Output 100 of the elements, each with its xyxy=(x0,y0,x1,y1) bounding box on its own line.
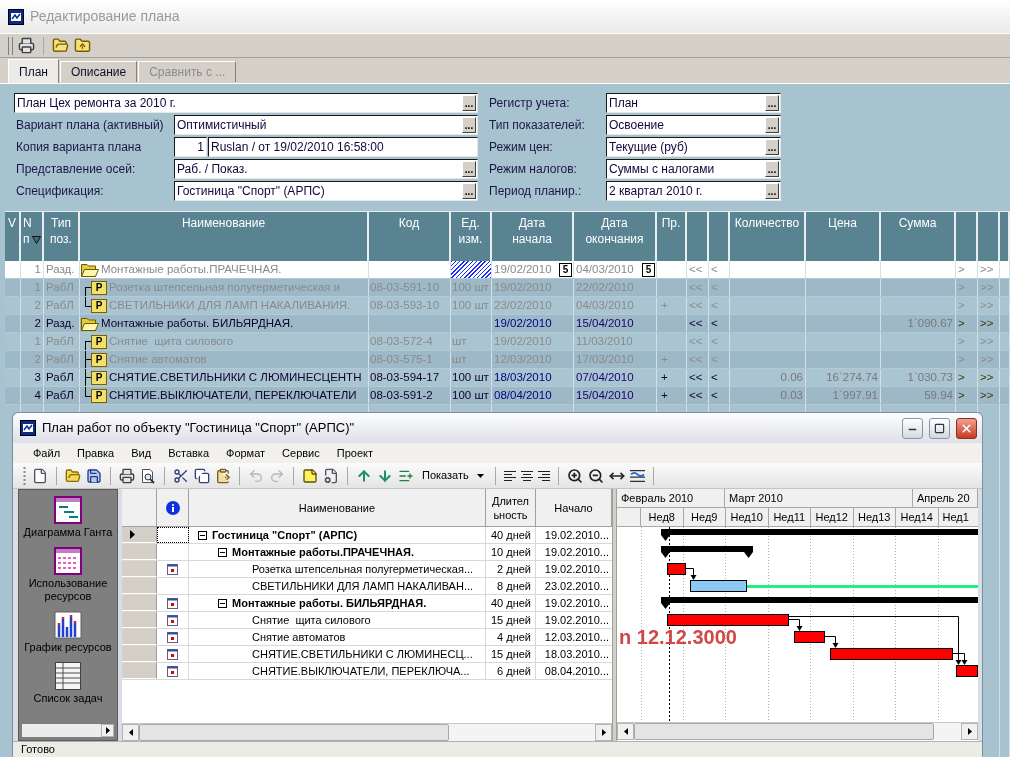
horizontal-scrollbar[interactable] xyxy=(122,723,612,741)
menu-item[interactable]: Правка xyxy=(70,444,122,462)
column-header[interactable]: Длител ьность xyxy=(486,489,536,526)
sidebar-scrollbar[interactable] xyxy=(22,724,114,737)
open-folder-icon[interactable] xyxy=(65,467,81,484)
copy-icon[interactable] xyxy=(194,467,210,484)
view-button[interactable]: Использование ресурсов xyxy=(21,547,115,603)
browse-button[interactable]: ... xyxy=(765,139,779,155)
menu-item[interactable]: Проект xyxy=(329,444,380,462)
browse-button[interactable]: ... xyxy=(462,183,476,199)
lookup-field[interactable]: Текущие (руб) ... xyxy=(606,137,781,157)
date-picker-button[interactable]: 5 xyxy=(559,262,572,277)
horizontal-scrollbar[interactable] xyxy=(617,722,978,740)
lines-wave-icon[interactable] xyxy=(629,469,645,482)
paste-icon[interactable] xyxy=(215,467,231,484)
tab[interactable]: Описание xyxy=(59,61,138,82)
scroll-right-button[interactable] xyxy=(101,724,114,737)
table-row[interactable]: 1 РабЛ P Розетка штепсельная полугерметическая и 08-03-591-10 100 шт 19/02/2010 22/02/2010 << < > >> xyxy=(5,279,1010,297)
open-folder-icon[interactable] xyxy=(52,37,69,54)
collapse-icon[interactable] xyxy=(218,598,227,608)
browse-button[interactable]: ... xyxy=(462,161,476,177)
task-bar[interactable] xyxy=(956,665,978,677)
task-bar[interactable] xyxy=(794,631,825,643)
align-right-icon[interactable] xyxy=(537,470,550,481)
scroll-left-button[interactable] xyxy=(122,724,139,741)
number-field[interactable]: 1 xyxy=(174,137,207,157)
menu-item[interactable]: Сервис xyxy=(275,444,327,462)
summary-bar[interactable] xyxy=(661,529,978,541)
folder-up-icon[interactable] xyxy=(74,37,91,54)
printer-icon[interactable] xyxy=(119,467,135,484)
maximize-button[interactable] xyxy=(929,417,950,439)
scroll-right-button[interactable] xyxy=(595,724,612,741)
table-cell: > xyxy=(956,315,978,332)
table-row[interactable]: 1 РабЛ P Снятие щита силового 08-03-572-4 шт 19/02/2010 11/03/2010 << < > >> xyxy=(5,333,1010,351)
lookup-field[interactable]: Освоение ... xyxy=(606,115,781,135)
cut-icon[interactable] xyxy=(173,467,189,484)
scroll-left-button[interactable] xyxy=(617,723,634,740)
note-icon[interactable] xyxy=(302,467,318,484)
zoom-in-icon[interactable] xyxy=(566,467,583,484)
grip-icon[interactable] xyxy=(8,36,13,55)
view-button[interactable]: График ресурсов xyxy=(21,611,115,654)
table-row[interactable]: 1 Разд. Монтажные работы.ПРАЧЕЧНАЯ. 19/02/2010 5 04/03/2010 5 << < > >> xyxy=(5,261,1010,279)
table-row[interactable]: 2 Разд. Монтажные работы. БИЛЬЯРДНАЯ. 19/02/2010 15/04/2010 << < 1`090.67 > >> xyxy=(5,315,1010,333)
lookup-field[interactable]: Суммы с налогами ... xyxy=(606,159,781,179)
tab[interactable]: План xyxy=(8,59,59,83)
lookup-field[interactable]: 2 квартал 2010 г. ... xyxy=(606,181,781,201)
align-left-icon[interactable] xyxy=(503,470,516,481)
print-preview-icon[interactable] xyxy=(140,467,156,484)
menu-item[interactable]: Формат xyxy=(219,444,273,462)
browse-button[interactable]: ... xyxy=(462,117,476,133)
browse-button[interactable]: ... xyxy=(765,183,779,199)
date-picker-button[interactable]: 5 xyxy=(642,262,655,277)
table-row[interactable]: 2 РабЛ P СВЕТИЛЬНИКИ ДЛЯ ЛАМП НАКАЛИВАНИЯ. 08-03-593-10 100 шт 23/02/2010 04/03/2010 + << < > >> xyxy=(5,297,1010,315)
browse-button[interactable]: ... xyxy=(765,117,779,133)
lookup-field[interactable]: Оптимистичный ... xyxy=(174,115,478,135)
column-header[interactable]: Наименование xyxy=(189,489,486,526)
align-center-icon[interactable] xyxy=(520,470,533,481)
task-bar[interactable] xyxy=(667,563,686,575)
view-button[interactable]: Список задач xyxy=(21,662,115,705)
app-icon xyxy=(20,420,36,436)
printer-icon[interactable] xyxy=(18,37,35,54)
browse-button[interactable]: ... xyxy=(765,95,779,111)
scroll-right-button[interactable] xyxy=(961,723,978,740)
browse-button[interactable]: ... xyxy=(765,161,779,177)
collapse-icon[interactable] xyxy=(218,547,227,557)
close-button[interactable] xyxy=(956,417,977,439)
item-name: Снятие щита силового xyxy=(109,333,234,349)
menu-item[interactable]: Вставка xyxy=(161,444,216,462)
new-file-icon[interactable] xyxy=(32,467,48,484)
lookup-field[interactable]: План Цех ремонта за 2010 г. ... xyxy=(14,93,478,113)
table-cell: + xyxy=(657,387,687,404)
lookup-field[interactable]: Раб. / Показ. ... xyxy=(174,159,478,179)
save-icon[interactable] xyxy=(86,467,102,484)
table-row[interactable]: 3 РабЛ P СНЯТИЕ.СВЕТИЛЬНИКИ С ЛЮМИНЕСЦЕНТН 08-03-594-17 100 шт 18/03/2010 07/04/2010 + << < 0.06 16`274.74 1`030.73 > >> xyxy=(5,369,1010,387)
show-dropdown[interactable]: Показать xyxy=(419,465,487,486)
view-button[interactable]: Диаграмма Ганта xyxy=(21,496,115,539)
lookup-field[interactable]: План ... xyxy=(606,93,781,113)
task-bar[interactable] xyxy=(830,648,953,660)
collapse-icon[interactable] xyxy=(198,530,207,540)
task-bar[interactable] xyxy=(667,614,789,626)
task-bar[interactable] xyxy=(690,580,747,592)
field-label: Вариант плана (активный) xyxy=(15,117,165,134)
text-field[interactable]: Ruslan / от 19/02/2010 16:58:00 xyxy=(208,137,478,157)
file-settings-icon[interactable] xyxy=(323,467,339,484)
summary-bar[interactable] xyxy=(661,597,978,609)
menu-item[interactable]: Вид xyxy=(124,444,159,462)
grip-icon[interactable] xyxy=(22,466,27,485)
minimize-button[interactable] xyxy=(902,417,923,439)
menu-item[interactable]: Файл xyxy=(26,444,68,462)
scroll-thumb[interactable] xyxy=(634,723,934,740)
summary-bar[interactable] xyxy=(661,546,753,558)
notice-text: n 12.12.3000 xyxy=(619,626,737,648)
lookup-field[interactable]: Гостиница "Спорт" (АРПС) ... xyxy=(174,181,478,201)
zoom-out-icon[interactable] xyxy=(587,467,604,484)
scroll-thumb[interactable] xyxy=(139,724,449,741)
row-header[interactable] xyxy=(122,527,157,543)
browse-button[interactable]: ... xyxy=(462,95,476,111)
table-row[interactable]: 2 РабЛ P Снятие автоматов 08-03-575-1 шт 12/03/2010 17/03/2010 + << < > >> xyxy=(5,351,1010,369)
table-row[interactable]: 4 РабЛ P СНЯТИЕ.ВЫКЛЮЧАТЕЛИ, ПЕРЕКЛЮЧАТЕЛИ 08-03-591-2 100 шт 08/04/2010 15/04/2010 + << < 0.03 1`997.91 59.94 > >> xyxy=(5,387,1010,405)
arrow-down-icon[interactable] xyxy=(377,467,393,484)
